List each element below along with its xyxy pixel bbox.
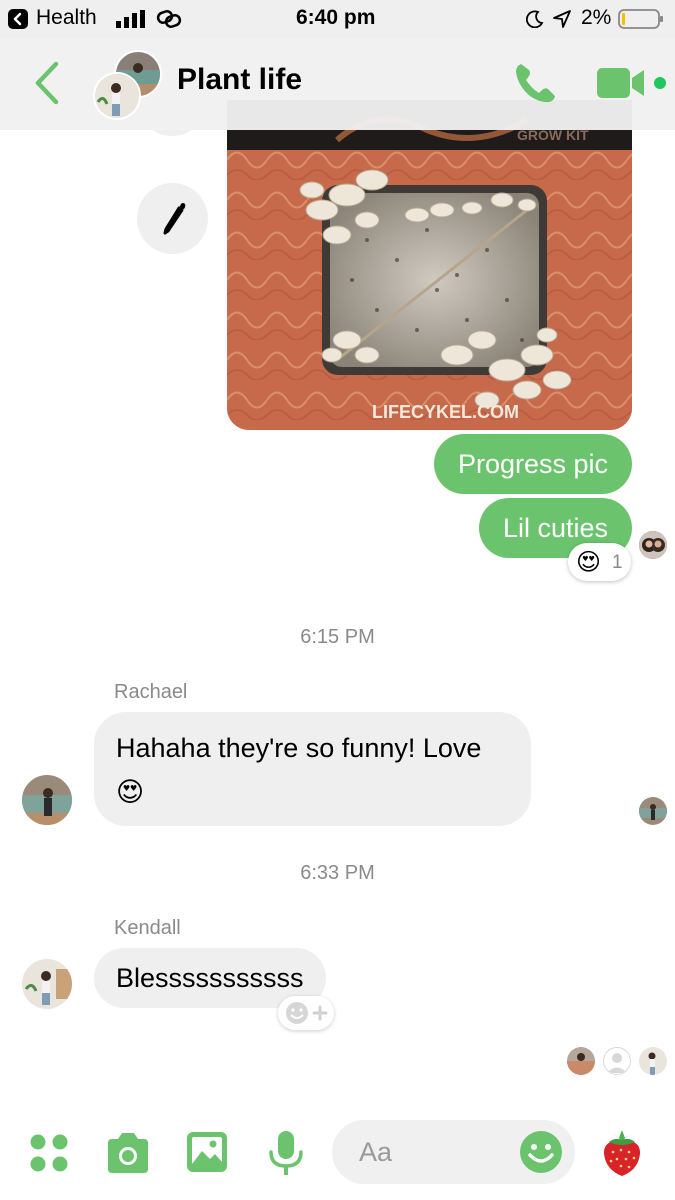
avatar[interactable] — [22, 959, 72, 1009]
message-input[interactable]: Aa — [332, 1120, 575, 1184]
clock: 6:40 pm — [296, 6, 376, 29]
timestamp: 6:33 PM — [300, 862, 375, 884]
phone-icon — [516, 64, 555, 103]
back-chevron-icon — [35, 61, 59, 105]
strawberry-icon — [603, 1130, 641, 1176]
voice-record-button[interactable] — [268, 1130, 304, 1178]
emoji-button[interactable] — [519, 1130, 563, 1179]
message-input-placeholder: Aa — [359, 1137, 393, 1167]
voice-call-button[interactable] — [512, 60, 558, 111]
status-bar: Health 6:40 pm 2% — [0, 0, 675, 38]
reaction-count: 1 — [612, 552, 623, 573]
seen-avatar — [639, 1047, 667, 1075]
seen-avatar — [639, 797, 667, 825]
video-call-button[interactable] — [597, 66, 669, 105]
location-icon — [552, 9, 572, 34]
apps-grid-icon — [30, 1134, 68, 1172]
camera-button[interactable] — [104, 1131, 152, 1175]
reaction-badge[interactable]: 😍 1 — [568, 543, 631, 581]
signal-icon — [116, 10, 146, 33]
link-icon — [156, 8, 182, 35]
seen-avatar — [567, 1047, 595, 1075]
edit-photo-button[interactable] — [137, 183, 208, 254]
moon-icon — [525, 10, 544, 33]
smiley-icon — [520, 1131, 562, 1173]
add-reaction-button[interactable] — [278, 996, 334, 1030]
video-camera-icon — [597, 68, 666, 98]
group-avatar-front[interactable] — [93, 72, 141, 120]
camera-icon — [108, 1133, 148, 1173]
conversation-title[interactable]: Plant life — [177, 63, 302, 97]
gallery-button[interactable] — [186, 1131, 228, 1173]
incoming-message[interactable]: Hahaha they're so funny! Love 😍 — [94, 712, 531, 826]
timestamp: 6:15 PM — [300, 626, 375, 648]
back-app-label[interactable]: Health — [36, 6, 97, 30]
back-to-app-icon[interactable] — [8, 9, 28, 29]
sender-name: Kendall — [114, 917, 181, 939]
back-button[interactable] — [30, 60, 64, 111]
conversation-header: Plant life — [0, 38, 675, 130]
sender-name: Rachael — [114, 681, 188, 703]
photo-message[interactable]: LIFECYKEL.COM GROW KIT — [227, 100, 632, 430]
mushroom-grow-kit-photo: LIFECYKEL.COM GROW KIT — [227, 100, 632, 430]
quick-reaction-button[interactable] — [601, 1128, 643, 1183]
seen-avatar-placeholder — [603, 1047, 631, 1075]
outgoing-message[interactable]: Progress pic — [433, 434, 632, 494]
incoming-message-text: Hahaha they're so funny! Love — [116, 733, 482, 763]
seen-avatar — [639, 531, 667, 559]
photo-caption: LIFECYKEL.COM — [372, 402, 519, 422]
avatar[interactable] — [22, 775, 72, 825]
gallery-icon — [187, 1132, 227, 1172]
add-reaction-icon — [286, 1002, 328, 1024]
pencil-icon — [163, 203, 186, 235]
battery-icon — [618, 9, 664, 34]
apps-button[interactable] — [28, 1132, 70, 1174]
microphone-icon — [269, 1131, 303, 1175]
composer-toolbar: Aa — [0, 1110, 675, 1200]
battery-percent: 2% — [581, 6, 612, 29]
reaction-emoji: 😍 — [576, 549, 602, 576]
incoming-message-emoji: 😍 — [116, 777, 145, 807]
